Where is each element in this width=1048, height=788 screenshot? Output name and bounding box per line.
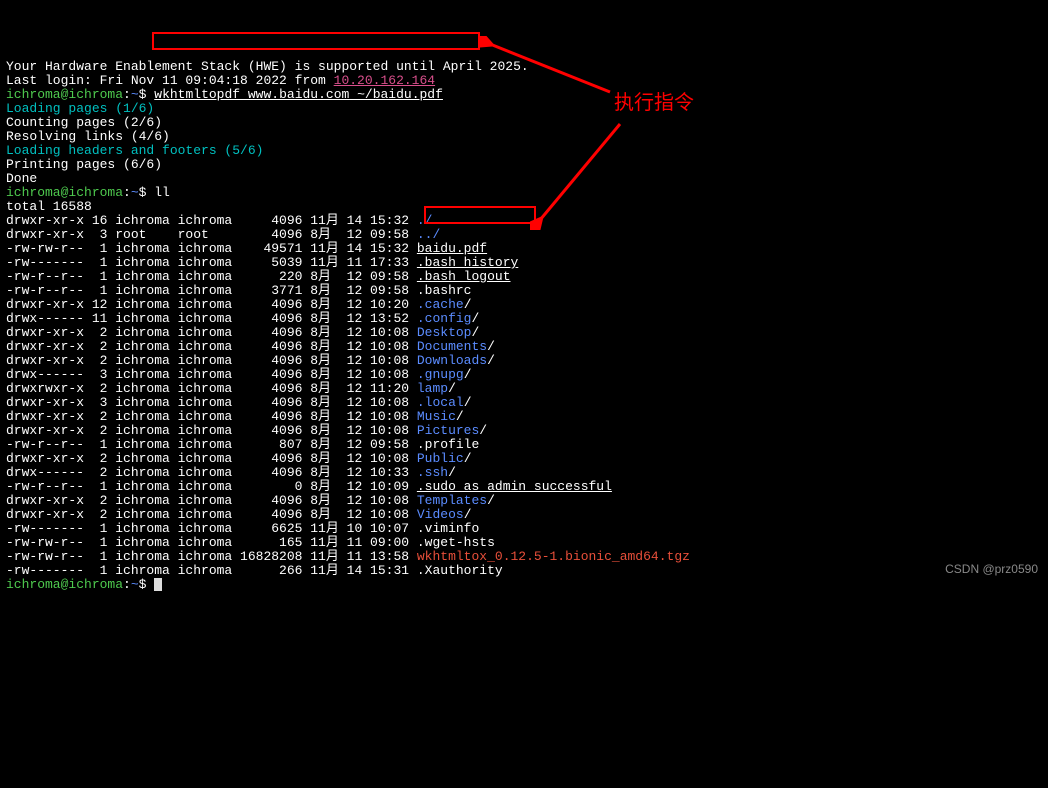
list-item: -rw-rw-r-- 1 ichroma ichroma 165 11月 11 … <box>6 536 1042 550</box>
prompt-line-2[interactable]: ichroma@ichroma:~$ ll <box>6 186 1042 200</box>
progress-line: Loading headers and footers (5/6) <box>6 144 1042 158</box>
list-item: -rw-rw-r-- 1 ichroma ichroma 16828208 11… <box>6 550 1042 564</box>
list-item: drwxr-xr-x 2 ichroma ichroma 4096 8月 12 … <box>6 354 1042 368</box>
list-item: drwxr-xr-x 16 ichroma ichroma 4096 11月 1… <box>6 214 1042 228</box>
list-item: drwxr-xr-x 3 root root 4096 8月 12 09:58 … <box>6 228 1042 242</box>
list-item: -rw------- 1 ichroma ichroma 5039 11月 11… <box>6 256 1042 270</box>
watermark: CSDN @prz0590 <box>945 562 1038 576</box>
progress-line: Resolving links (4/6) <box>6 130 1042 144</box>
list-item: drwxr-xr-x 3 ichroma ichroma 4096 8月 12 … <box>6 396 1042 410</box>
highlight-box-command <box>152 32 480 50</box>
list-item: drwxr-xr-x 2 ichroma ichroma 4096 8月 12 … <box>6 424 1042 438</box>
cursor <box>154 578 162 591</box>
list-item: drwxr-xr-x 2 ichroma ichroma 4096 8月 12 … <box>6 326 1042 340</box>
list-item: drwxr-xr-x 2 ichroma ichroma 4096 8月 12 … <box>6 452 1042 466</box>
list-item: drwxr-xr-x 2 ichroma ichroma 4096 8月 12 … <box>6 494 1042 508</box>
progress-line: Done <box>6 172 1042 186</box>
list-item: -rw------- 1 ichroma ichroma 6625 11月 10… <box>6 522 1042 536</box>
list-item: drwx------ 3 ichroma ichroma 4096 8月 12 … <box>6 368 1042 382</box>
progress-line: Printing pages (6/6) <box>6 158 1042 172</box>
list-item: -rw-rw-r-- 1 ichroma ichroma 49571 11月 1… <box>6 242 1042 256</box>
list-item: -rw-r--r-- 1 ichroma ichroma 807 8月 12 0… <box>6 438 1042 452</box>
prompt-line-3[interactable]: ichroma@ichroma:~$ <box>6 578 1042 592</box>
list-item: drwxr-xr-x 2 ichroma ichroma 4096 8月 12 … <box>6 508 1042 522</box>
last-login-line: Last login: Fri Nov 11 09:04:18 2022 fro… <box>6 74 1042 88</box>
progress-line: Loading pages (1/6) <box>6 102 1042 116</box>
progress-line: Counting pages (2/6) <box>6 116 1042 130</box>
annotation-label: 执行指令 <box>614 96 694 110</box>
prompt-line-1[interactable]: ichroma@ichroma:~$ wkhtmltopdf www.baidu… <box>6 88 1042 102</box>
list-item: -rw------- 1 ichroma ichroma 266 11月 14 … <box>6 564 1042 578</box>
list-item: drwxrwxr-x 2 ichroma ichroma 4096 8月 12 … <box>6 382 1042 396</box>
list-item: drwxr-xr-x 2 ichroma ichroma 4096 8月 12 … <box>6 410 1042 424</box>
list-item: drwx------ 2 ichroma ichroma 4096 8月 12 … <box>6 466 1042 480</box>
list-item: drwxr-xr-x 2 ichroma ichroma 4096 8月 12 … <box>6 340 1042 354</box>
list-item: -rw-r--r-- 1 ichroma ichroma 3771 8月 12 … <box>6 284 1042 298</box>
list-item: -rw-r--r-- 1 ichroma ichroma 220 8月 12 0… <box>6 270 1042 284</box>
terminal-output[interactable]: Your Hardware Enablement Stack (HWE) is … <box>6 60 1042 592</box>
hwe-line: Your Hardware Enablement Stack (HWE) is … <box>6 60 1042 74</box>
total-line: total 16588 <box>6 200 1042 214</box>
list-item: -rw-r--r-- 1 ichroma ichroma 0 8月 12 10:… <box>6 480 1042 494</box>
list-item: drwx------ 11 ichroma ichroma 4096 8月 12… <box>6 312 1042 326</box>
list-item: drwxr-xr-x 12 ichroma ichroma 4096 8月 12… <box>6 298 1042 312</box>
